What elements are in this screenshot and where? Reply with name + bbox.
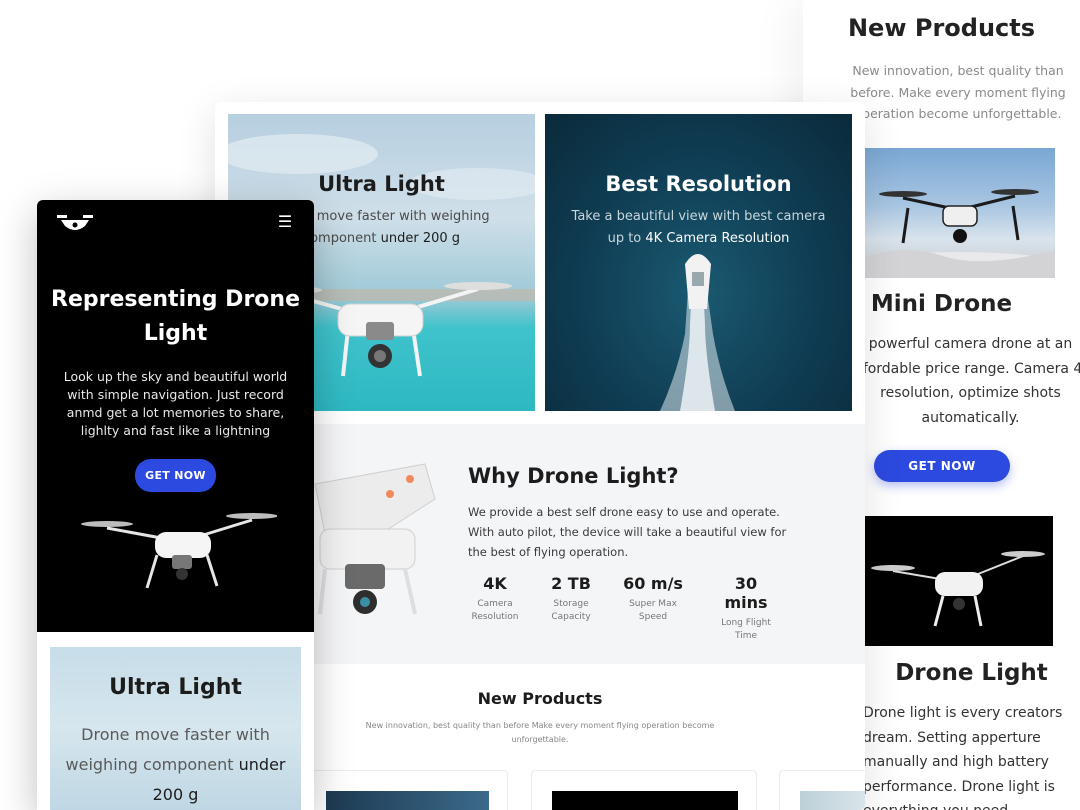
mobile-preview-window: ☰ Representing Drone Light Look up the s…: [37, 200, 314, 810]
stat-label: Camera Resolution: [471, 599, 519, 622]
stat-max-speed: 60 m/s Super Max Speed: [618, 574, 688, 624]
stat-value: 60 m/s: [623, 574, 683, 593]
best-resolution-text: Take a beautiful view with best camera u…: [565, 206, 832, 250]
stat-value: 2 TB: [551, 574, 591, 593]
mobile-hero-title: Representing Drone Light: [51, 287, 300, 346]
hamburger-icon[interactable]: ☰: [277, 213, 293, 231]
drone-light-image: [863, 516, 1053, 646]
mini-drone-image: [863, 148, 1055, 278]
drone-light-title: Drone Light: [895, 660, 1048, 686]
ultra-light-title: Ultra Light: [318, 172, 445, 196]
mobile-drone-image: [81, 513, 277, 589]
why-text: We provide a best self drone easy to use…: [468, 505, 787, 559]
stat-camera-resolution: 4K Camera Resolution: [460, 574, 530, 624]
why-title: Why Drone Light?: [468, 464, 679, 488]
product-card[interactable]: [305, 770, 508, 810]
mobile-ultra-light-text: Drone move faster with weighing componen…: [60, 720, 291, 810]
mobile-ultra-light-card: Ultra Light Drone move faster with weigh…: [50, 647, 301, 810]
best-resolution-title: Best Resolution: [605, 172, 792, 196]
best-resolution-card: Best Resolution Take a beautiful view wi…: [545, 114, 852, 411]
drone-logo-icon[interactable]: [55, 212, 95, 236]
product-thumbnail: [552, 791, 738, 810]
boat-aerial-image: [660, 254, 735, 411]
stats-row: 4K Camera Resolution 2 TB Storage Capaci…: [460, 574, 790, 641]
product-thumbnail: [326, 791, 489, 810]
stat-label: Super Max Speed: [629, 599, 677, 622]
right-panel-subtitle: New innovation, best quality than before…: [850, 63, 1066, 121]
stat-label: Long Flight Time: [721, 618, 771, 641]
new-products-subtitle: New innovation, best quality than before…: [365, 721, 715, 744]
product-thumbnail: [800, 791, 865, 810]
mobile-hero-text: Look up the sky and beautiful world with…: [63, 369, 288, 438]
get-now-button[interactable]: GET NOW: [135, 459, 216, 492]
stat-storage-capacity: 2 TB Storage Capacity: [536, 574, 606, 624]
stat-flight-time: 30 mins Long Flight Time: [711, 574, 781, 643]
ultra-light-text-highlight: under 200 g: [380, 231, 461, 246]
drone-light-description: Drone light is every creators dream. Set…: [863, 705, 1063, 810]
mini-drone-description: powerful camera drone at an affordable p…: [849, 336, 1080, 426]
mobile-hero: ☰ Representing Drone Light Look up the s…: [37, 200, 314, 632]
stat-value: 30 mins: [724, 574, 768, 612]
mobile-ultra-light-title: Ultra Light: [109, 675, 242, 700]
get-now-button[interactable]: GET NOW: [874, 450, 1010, 482]
right-panel-title: New Products: [847, 14, 1036, 42]
stat-label: Storage Capacity: [551, 599, 591, 622]
stat-value: 4K: [483, 574, 507, 593]
product-card[interactable]: [531, 770, 757, 810]
best-resolution-text-highlight: 4K Camera Resolution: [645, 231, 790, 246]
product-card[interactable]: [779, 770, 865, 810]
